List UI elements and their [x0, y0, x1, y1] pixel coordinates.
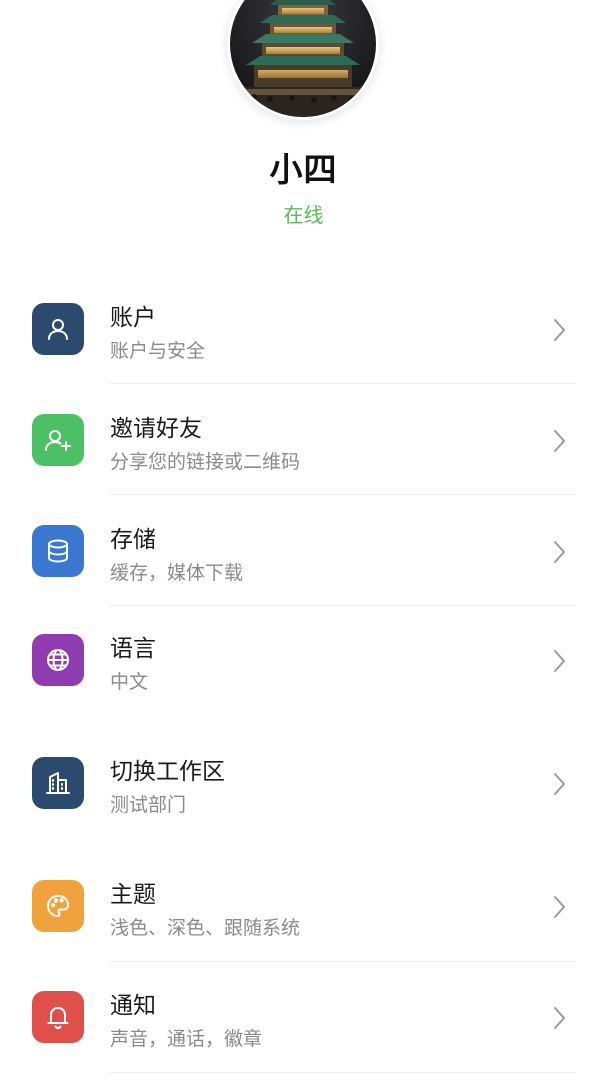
divider — [110, 961, 576, 962]
menu-subtitle: 浅色、深色、跟随系统 — [110, 917, 301, 939]
divider — [110, 605, 576, 606]
building-icon — [32, 757, 84, 809]
globe-icon — [32, 634, 84, 686]
menu-title: 通知 — [110, 993, 156, 1019]
divider — [110, 494, 576, 495]
menu-item-invite-friends[interactable]: 邀请好友 分享您的链接或二维码 — [0, 387, 607, 497]
divider — [110, 1072, 576, 1073]
menu-subtitle: 中文 — [110, 671, 149, 693]
chevron-right-icon — [554, 650, 565, 672]
chevron-right-icon — [554, 896, 565, 918]
menu-item-account[interactable]: 账户 账户与安全 — [0, 276, 607, 386]
menu-title: 账户 — [110, 305, 156, 331]
menu-item-theme[interactable]: 主题 浅色、深色、跟随系统 — [0, 853, 607, 963]
menu-item-notifications[interactable]: 通知 声音，通话，徽章 — [0, 964, 607, 1074]
palette-icon — [32, 880, 84, 932]
menu-subtitle: 声音，通话，徽章 — [110, 1028, 263, 1050]
menu-title: 存储 — [110, 527, 156, 553]
avatar[interactable] — [230, 0, 376, 117]
chevron-right-icon — [554, 541, 565, 563]
menu-title: 语言 — [110, 636, 156, 662]
profile-name: 小四 — [269, 150, 338, 189]
menu-item-storage[interactable]: 存储 缓存，媒体下载 — [0, 498, 607, 608]
divider — [110, 383, 576, 384]
database-icon — [32, 525, 84, 577]
menu-title: 切换工作区 — [110, 759, 225, 785]
menu-title: 邀请好友 — [110, 416, 202, 442]
add-user-icon — [32, 414, 84, 466]
avatar-frame[interactable] — [227, 0, 379, 120]
chevron-right-icon — [554, 319, 565, 341]
menu-subtitle: 缓存，媒体下载 — [110, 562, 244, 584]
menu-subtitle: 分享您的链接或二维码 — [110, 451, 301, 473]
menu-item-language[interactable]: 语言 中文 — [0, 609, 607, 719]
chevron-right-icon — [554, 430, 565, 452]
online-status: 在线 — [283, 203, 324, 227]
menu-subtitle: 测试部门 — [110, 794, 187, 816]
menu-title: 主题 — [110, 882, 156, 908]
user-icon — [32, 303, 84, 355]
bell-icon — [32, 991, 84, 1043]
chevron-right-icon — [554, 773, 565, 795]
menu-item-switch-workspace[interactable]: 切换工作区 测试部门 — [0, 732, 607, 842]
menu-subtitle: 账户与安全 — [110, 340, 206, 362]
chevron-right-icon — [554, 1007, 565, 1029]
